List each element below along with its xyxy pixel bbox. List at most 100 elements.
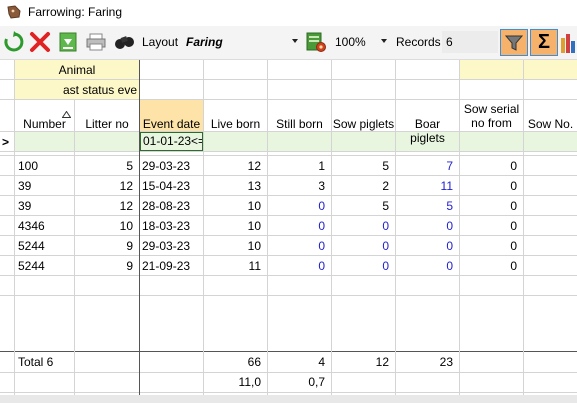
layout-dropdown-icon[interactable] [292,39,298,43]
column-header-sow-serial[interactable]: Sow serial no from [460,102,523,130]
cell-still-born[interactable]: 1 [268,156,331,176]
cell-number[interactable]: 5244 [18,236,74,256]
cell-still-born[interactable]: 0 [268,216,331,236]
horizontal-scrollbar[interactable] [0,395,577,403]
cell-sow-piglets[interactable]: 5 [332,156,395,176]
save-down-arrow-icon [59,32,77,52]
total-sow-piglets: 12 [375,355,389,369]
avg-still-born: 0,7 [308,375,325,389]
cell-sow-serial[interactable]: 0 [460,256,523,276]
cell-litter-no[interactable]: 9 [75,236,139,256]
cell-sow-serial[interactable]: 0 [460,196,523,216]
filter-row-bg [15,132,577,152]
cell-number[interactable]: 100 [18,156,74,176]
grid-line [0,131,577,132]
chart-button[interactable] [560,32,577,54]
bar-chart-icon [561,34,575,53]
cell-litter-no[interactable]: 12 [75,196,139,216]
cell-boar-piglets[interactable]: 0 [396,236,459,256]
cell-event-date[interactable]: 21-09-23 [142,256,203,276]
grid-line [0,392,577,393]
column-header-live-born[interactable]: Live born [204,117,267,131]
grid-line [0,295,577,296]
zoom-dropdown-icon[interactable] [381,39,387,43]
layout-select[interactable]: Faring [186,35,223,49]
total-boar-piglets: 23 [439,355,453,369]
refresh-icon [4,31,24,52]
records-count: 6 [446,35,453,49]
cell-litter-no[interactable]: 9 [75,256,139,276]
binoculars-icon [115,36,134,49]
column-header-sow-piglets[interactable]: Sow piglets [332,117,395,131]
cell-boar-piglets[interactable]: 0 [396,256,459,276]
column-header-number[interactable]: Number [15,117,74,131]
current-row-indicator: > [2,135,10,149]
cell-number[interactable]: 5244 [18,256,74,276]
data-grid: Animal ast status eve Number Litter no E… [0,60,577,403]
printer-icon [86,33,106,51]
column-header-event-date[interactable]: Event date [140,117,203,131]
delete-button[interactable] [28,30,52,54]
cell-live-born[interactable]: 12 [204,156,267,176]
refresh-button[interactable] [2,30,26,54]
cell-sow-serial[interactable]: 0 [460,236,523,256]
binoculars-button[interactable] [112,30,136,54]
cell-sow-piglets[interactable]: 0 [332,236,395,256]
cell-event-date[interactable]: 15-04-23 [142,176,203,196]
cell-sow-piglets[interactable]: 5 [332,196,395,216]
print-button[interactable] [84,30,108,54]
cell-litter-no[interactable]: 12 [75,176,139,196]
cell-event-date[interactable]: 29-03-23 [142,236,203,256]
column-header-litter-no[interactable]: Litter no [75,117,139,131]
grid-line [0,79,577,80]
cell-sow-piglets[interactable]: 0 [332,216,395,236]
cell-sow-piglets[interactable]: 0 [332,256,395,276]
layout-label: Layout [142,35,179,49]
column-header-still-born[interactable]: Still born [268,117,331,131]
cell-sow-serial[interactable]: 0 [460,216,523,236]
save-button[interactable] [56,30,80,54]
cell-event-date[interactable]: 29-03-23 [142,156,203,176]
cell-live-born[interactable]: 11 [204,256,267,276]
cell-live-born[interactable]: 10 [204,196,267,216]
cell-number[interactable]: 4346 [18,216,74,236]
cell-sow-piglets[interactable]: 2 [332,176,395,196]
cell-litter-no[interactable]: 10 [75,216,139,236]
cell-still-born[interactable]: 0 [268,236,331,256]
cell-event-date[interactable]: 28-08-23 [142,196,203,216]
close-icon [30,32,50,52]
cell-still-born[interactable]: 0 [268,196,331,216]
cell-litter-no[interactable]: 5 [75,156,139,176]
title-bar: Farrowing: Faring [0,0,577,26]
cell-boar-piglets[interactable]: 7 [396,156,459,176]
total-live-born: 66 [247,355,261,369]
cell-boar-piglets[interactable]: 0 [396,216,459,236]
cell-number[interactable]: 39 [18,176,74,196]
cell-boar-piglets[interactable]: 11 [396,176,459,196]
grid-line [0,151,577,152]
zoom-select[interactable]: 100% [335,35,366,49]
cell-still-born[interactable]: 0 [268,256,331,276]
grid-line [14,60,15,403]
cell-sow-serial[interactable]: 0 [460,156,523,176]
cell-event-date[interactable]: 18-03-23 [142,216,203,236]
cell-live-born[interactable]: 10 [204,236,267,256]
sigma-icon: Σ [537,31,550,53]
group-header-right-bg [460,60,577,80]
cell-boar-piglets[interactable]: 5 [396,196,459,216]
cell-sow-serial[interactable]: 0 [460,176,523,196]
records-label: Records [396,35,441,49]
filter-button[interactable] [500,29,528,56]
total-still-born: 4 [318,355,325,369]
cell-number[interactable]: 39 [18,196,74,216]
grid-line [523,60,524,403]
column-header-boar-piglets[interactable]: Boar piglets [396,117,459,145]
cell-live-born[interactable]: 13 [204,176,267,196]
column-header-sow-no[interactable]: Sow No. [524,117,577,131]
event-date-filter-input[interactable]: 01-01-23<= [140,132,203,151]
totals-button[interactable]: Σ [530,29,558,56]
layout-settings-button[interactable] [304,30,328,54]
cell-still-born[interactable]: 3 [268,176,331,196]
cell-live-born[interactable]: 10 [204,216,267,236]
sort-ascending-icon [62,111,71,118]
